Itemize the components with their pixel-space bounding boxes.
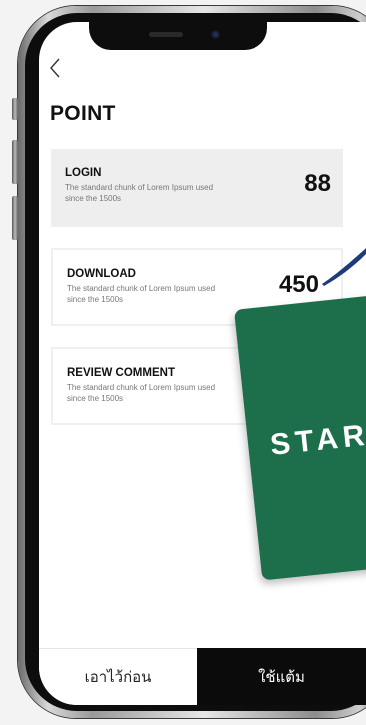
card-title: REVIEW COMMENT — [67, 367, 175, 379]
card-description: The standard chunk of Lorem Ipsum used s… — [67, 284, 216, 304]
card-points: 88 — [304, 170, 331, 197]
swoosh-decoration — [322, 248, 366, 286]
point-card-login[interactable]: LOGIN The standard chunk of Lorem Ipsum … — [51, 149, 343, 227]
card-points: 450 — [278, 271, 319, 298]
card-title: DOWNLOAD — [67, 268, 136, 280]
save-for-later-button[interactable]: เอาไว้ก่อน — [39, 648, 197, 705]
volume-down-button — [12, 196, 18, 240]
use-points-button[interactable]: ใช้แต้ม — [197, 648, 366, 705]
chevron-left-icon[interactable] — [47, 56, 65, 80]
mute-switch — [12, 98, 18, 120]
mockup-canvas: POINT LOGIN The standard chunk of Lorem … — [0, 0, 366, 725]
card-title: LOGIN — [65, 167, 102, 179]
notch — [89, 22, 267, 50]
page-title: POINT — [50, 102, 116, 125]
front-camera — [211, 30, 220, 39]
volume-up-button — [12, 140, 18, 184]
speaker-grille — [149, 32, 183, 37]
promo-card-text: STAR — [268, 418, 366, 462]
card-description: The standard chunk of Lorem Ipsum used s… — [67, 383, 216, 403]
card-description: The standard chunk of Lorem Ipsum used s… — [65, 183, 214, 203]
